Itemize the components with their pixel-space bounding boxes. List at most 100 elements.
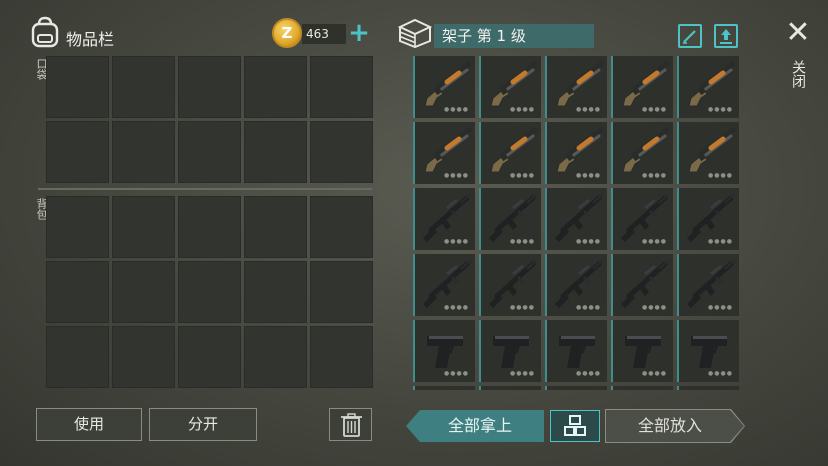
storage-slot[interactable]: ●●●● (413, 188, 475, 250)
durability-dots: ●●●● (642, 238, 667, 245)
durability-dots: ●●●● (444, 238, 469, 245)
storage-slot[interactable]: ●●●● (479, 188, 541, 250)
coin-balance: 463 (302, 24, 346, 44)
add-coins-button[interactable]: + (346, 20, 372, 47)
backpack-slot[interactable] (310, 261, 373, 323)
storage-slot[interactable]: ●●●● (611, 188, 673, 250)
storage-slot[interactable]: ●●●● (545, 254, 607, 316)
storage-slot[interactable]: ●●●● (677, 386, 739, 390)
backpack-slot[interactable] (310, 196, 373, 258)
backpack-slot[interactable] (244, 261, 307, 323)
storage-slot[interactable]: ●●●● (677, 254, 739, 316)
sort-button[interactable] (550, 410, 600, 442)
storage-slot[interactable]: ●●●● (413, 254, 475, 316)
edit-icon (683, 30, 696, 44)
durability-dots: ●●●● (576, 172, 601, 179)
pocket-slot[interactable] (244, 56, 307, 118)
durability-dots: ●●●● (642, 106, 667, 113)
pocket-grid (46, 56, 373, 183)
rename-button[interactable] (678, 24, 702, 48)
storage-slot[interactable]: ●●●● (413, 122, 475, 184)
durability-dots: ●●●● (510, 304, 535, 311)
storage-slot[interactable]: ●●●● (413, 320, 475, 382)
section-divider (38, 188, 372, 190)
backpack-slot[interactable] (244, 326, 307, 388)
storage-slot[interactable]: ●●●● (545, 56, 607, 118)
durability-dots: ●●●● (576, 238, 601, 245)
durability-dots: ●●●● (642, 304, 667, 311)
storage-slot[interactable]: ●●●● (545, 386, 607, 390)
storage-slot[interactable]: ●●●● (611, 122, 673, 184)
pocket-slot[interactable] (46, 56, 109, 118)
close-button[interactable]: ✕ (784, 18, 812, 48)
storage-slot[interactable]: ●●●● (545, 122, 607, 184)
durability-dots: ●●●● (708, 304, 733, 311)
upgrade-button[interactable] (714, 24, 738, 48)
pocket-slot[interactable] (178, 56, 241, 118)
use-button[interactable]: 使用 (36, 408, 142, 441)
backpack-icon (30, 16, 60, 48)
storage-slot[interactable]: ●●●● (611, 254, 673, 316)
storage-slot[interactable]: ●●●● (545, 320, 607, 382)
upload-icon (720, 29, 732, 44)
inventory-title: 物品栏 (66, 30, 115, 49)
durability-dots: ●●●● (576, 304, 601, 311)
backpack-slot[interactable] (244, 196, 307, 258)
storage-slot[interactable]: ●●●● (479, 320, 541, 382)
pocket-slot[interactable] (46, 121, 109, 183)
durability-dots: ●●●● (444, 370, 469, 377)
pocket-slot[interactable] (178, 121, 241, 183)
storage-slot[interactable]: ●●●● (677, 320, 739, 382)
storage-slot[interactable]: ●●●● (413, 386, 475, 390)
storage-slot[interactable]: ●●●● (677, 56, 739, 118)
storage-slot[interactable]: ●●●● (611, 320, 673, 382)
backpack-slot[interactable] (112, 261, 175, 323)
durability-dots: ●●●● (642, 172, 667, 179)
pocket-slot[interactable] (112, 56, 175, 118)
storage-slot[interactable]: ●●●● (677, 122, 739, 184)
currency-display: Z 463 + (272, 18, 372, 48)
backpack-slot[interactable] (46, 196, 109, 258)
take-all-button[interactable]: 全部拿上 (406, 410, 544, 442)
sort-icon (564, 415, 586, 436)
backpack-slot[interactable] (310, 326, 373, 388)
pocket-slot[interactable] (310, 121, 373, 183)
storage-grid: ●●●● ●●●● ●●●● ●●●● ●●●● ●●●● ●●●● ●●●● … (413, 56, 739, 390)
durability-dots: ●●●● (444, 172, 469, 179)
durability-dots: ●●●● (708, 106, 733, 113)
durability-dots: ●●●● (510, 370, 535, 377)
close-label[interactable]: 关闭 (788, 60, 808, 88)
trash-icon (341, 413, 362, 437)
storage-panel: ●●●● ●●●● ●●●● ●●●● ●●●● ●●●● ●●●● ●●●● … (413, 56, 739, 390)
storage-slot[interactable]: ●●●● (479, 122, 541, 184)
durability-dots: ●●●● (444, 106, 469, 113)
trash-button[interactable] (329, 408, 372, 441)
backpack-slot[interactable] (112, 196, 175, 258)
split-button[interactable]: 分开 (149, 408, 257, 441)
coin-icon: Z (272, 18, 302, 48)
storage-slot[interactable]: ●●●● (677, 188, 739, 250)
storage-slot[interactable]: ●●●● (479, 254, 541, 316)
pocket-slot[interactable] (310, 56, 373, 118)
durability-dots: ●●●● (708, 370, 733, 377)
backpack-slot[interactable] (112, 326, 175, 388)
backpack-slot[interactable] (46, 261, 109, 323)
storage-slot[interactable]: ●●●● (479, 386, 541, 390)
storage-slot[interactable]: ●●●● (413, 56, 475, 118)
backpack-slot[interactable] (178, 196, 241, 258)
durability-dots: ●●●● (576, 370, 601, 377)
backpack-slot[interactable] (178, 261, 241, 323)
durability-dots: ●●●● (510, 172, 535, 179)
pocket-slot[interactable] (112, 121, 175, 183)
storage-slot[interactable]: ●●●● (611, 386, 673, 390)
durability-dots: ●●●● (510, 106, 535, 113)
backpack-slot[interactable] (178, 326, 241, 388)
storage-slot[interactable]: ●●●● (611, 56, 673, 118)
put-all-button[interactable]: 全部放入 (606, 410, 744, 442)
durability-dots: ●●●● (708, 172, 733, 179)
pocket-slot[interactable] (244, 121, 307, 183)
storage-slot[interactable]: ●●●● (545, 188, 607, 250)
backpack-slot[interactable] (46, 326, 109, 388)
durability-dots: ●●●● (576, 106, 601, 113)
storage-slot[interactable]: ●●●● (479, 56, 541, 118)
